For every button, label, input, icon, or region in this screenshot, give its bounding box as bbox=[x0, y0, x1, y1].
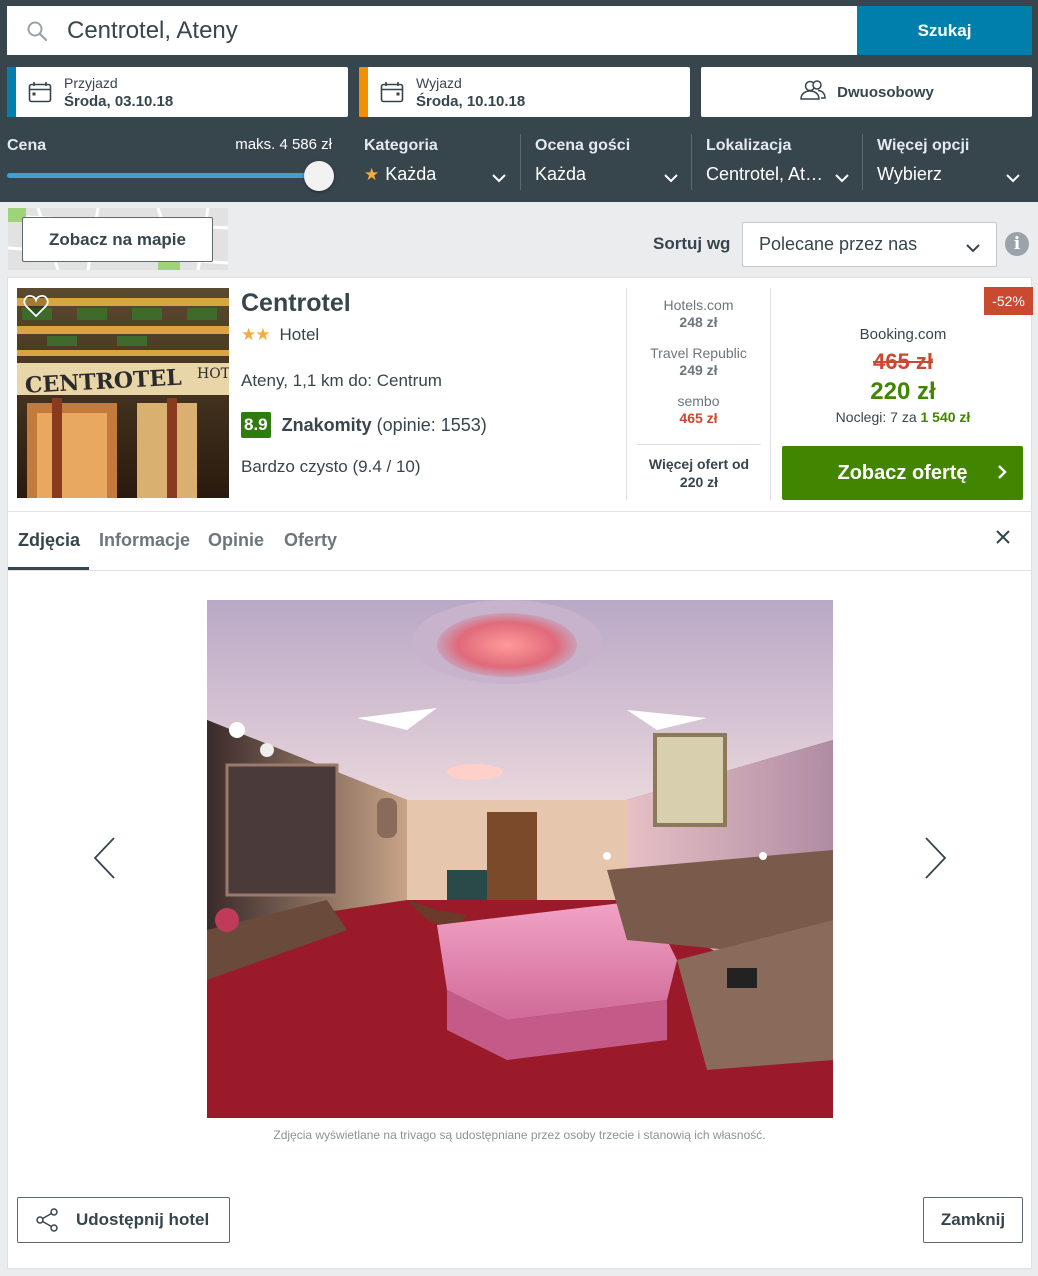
guest-rating-filter-title: Ocena gości bbox=[535, 137, 631, 154]
offer-price: 249 zł bbox=[679, 362, 718, 378]
star-rating-icon: ★★ bbox=[241, 325, 271, 344]
search-query: Centrotel, Ateny bbox=[67, 16, 238, 44]
price-filter[interactable]: Cena maks. 4 586 zł bbox=[7, 130, 335, 191]
price-filter-max: maks. 4 586 zł bbox=[235, 136, 332, 153]
hotel-thumbnail[interactable]: CENTROTEL HOT bbox=[17, 288, 229, 498]
chevron-down-icon bbox=[1006, 170, 1020, 188]
tab-info[interactable]: Informacje bbox=[99, 530, 190, 551]
checkin-accent bbox=[7, 67, 16, 117]
offer-item[interactable]: sembo 465 zł bbox=[627, 393, 770, 427]
hotel-card: CENTROTEL HOT Centrotel ★★ Hotel Ateny, … bbox=[7, 277, 1033, 1269]
rating-word: Znakomity bbox=[281, 414, 372, 435]
nights-prefix: Noclegi: 7 za bbox=[835, 409, 917, 425]
detail-tabs: Zdjęcia Informacje Opinie Oferty bbox=[8, 512, 1031, 571]
star-icon: ★ bbox=[364, 164, 380, 184]
view-deal-label: Zobacz ofertę bbox=[837, 461, 968, 484]
guest-rating[interactable]: 8.9 Znakomity (opinie: 1553) bbox=[241, 412, 487, 438]
chevron-down-icon bbox=[492, 170, 506, 188]
best-deal-provider: Booking.com bbox=[859, 326, 947, 343]
share-hotel-button[interactable]: Udostępnij hotel bbox=[17, 1197, 230, 1243]
checkout-value: Środa, 10.10.18 bbox=[416, 92, 526, 110]
filter-bar: Cena maks. 4 586 zł Kategoria ★ Każda Oce… bbox=[0, 130, 1038, 191]
search-header: Centrotel, Ateny Szukaj Przyjazd Środa, … bbox=[0, 0, 1038, 202]
offer-provider: sembo bbox=[677, 393, 720, 409]
guest-rating-filter[interactable]: Ocena gości Każda bbox=[520, 134, 690, 190]
chevron-left-icon[interactable] bbox=[92, 836, 116, 885]
offer-price: 248 zł bbox=[679, 314, 718, 330]
room-type-label: Dwuosobowy bbox=[837, 83, 934, 101]
sort-select[interactable]: Polecane przez nas bbox=[742, 222, 997, 267]
sort-label: Sortuj wg bbox=[653, 234, 731, 253]
other-offers-column: Hotels.com 248 zł Travel Republic 249 zł… bbox=[626, 288, 771, 500]
rating-score-badge: 8.9 bbox=[241, 412, 271, 438]
location-filter-title: Lokalizacja bbox=[706, 137, 792, 154]
checkin-field[interactable]: Przyjazd Środa, 03.10.18 bbox=[7, 67, 348, 117]
chevron-down-icon bbox=[664, 170, 678, 188]
chevron-right-icon[interactable] bbox=[924, 836, 948, 885]
location-filter[interactable]: Lokalizacja Centrotel, At… bbox=[691, 134, 861, 190]
tab-reviews[interactable]: Opinie bbox=[208, 530, 264, 551]
checkin-label: Przyjazd bbox=[64, 74, 118, 91]
checkin-value: Środa, 03.10.18 bbox=[64, 92, 174, 110]
photo-credit: Zdjęcia wyświetlane na trivago są udostę… bbox=[273, 1128, 766, 1142]
room-type-selector[interactable]: Dwuosobowy bbox=[701, 67, 1032, 117]
tab-offers[interactable]: Oferty bbox=[284, 530, 337, 551]
close-button[interactable]: Zamknij bbox=[923, 1197, 1023, 1243]
category-filter[interactable]: Kategoria ★ Każda bbox=[350, 134, 518, 190]
chevron-down-icon bbox=[835, 170, 849, 188]
review-count: (opinie: 1553) bbox=[376, 414, 487, 435]
calendar-icon bbox=[368, 81, 416, 103]
hotel-sign-text-2: HOT bbox=[197, 366, 229, 382]
best-deal-new-price: 220 zł bbox=[870, 378, 936, 405]
price-filter-title: Cena bbox=[7, 137, 47, 154]
hotel-name[interactable]: Centrotel bbox=[241, 289, 351, 318]
price-slider-handle[interactable] bbox=[304, 161, 334, 191]
offer-provider: Hotels.com bbox=[663, 297, 734, 313]
offer-price: 465 zł bbox=[679, 410, 718, 426]
share-hotel-label: Udostępnij hotel bbox=[76, 1210, 210, 1229]
chevron-right-icon bbox=[997, 463, 1007, 486]
search-input[interactable]: Centrotel, Ateny bbox=[7, 6, 857, 55]
sort-value: Polecane przez nas bbox=[759, 234, 918, 254]
checkout-field[interactable]: Wyjazd Środa, 10.10.18 bbox=[359, 67, 690, 117]
heart-icon[interactable] bbox=[23, 294, 49, 323]
chevron-down-icon bbox=[966, 237, 980, 258]
more-offers-price: 220 zł bbox=[679, 474, 719, 490]
search-button[interactable]: Szukaj bbox=[857, 6, 1032, 55]
hotel-type: Hotel bbox=[279, 325, 320, 344]
close-icon[interactable] bbox=[995, 529, 1011, 550]
category-filter-value: Każda bbox=[385, 164, 437, 184]
info-icon[interactable]: i bbox=[1005, 232, 1029, 256]
more-offers-link[interactable]: Więcej ofert od 220 zł bbox=[637, 444, 761, 491]
hotel-location[interactable]: Ateny, 1,1 km do: Centrum bbox=[241, 371, 442, 391]
search-icon bbox=[7, 20, 67, 42]
nights-total: 1 540 zł bbox=[920, 409, 971, 425]
share-icon bbox=[18, 1208, 76, 1232]
cleanliness-rating: Bardzo czysto (9.4 / 10) bbox=[241, 457, 421, 476]
gallery-photo[interactable] bbox=[207, 600, 833, 1118]
hotel-stars: ★★ Hotel bbox=[241, 325, 319, 345]
offer-item[interactable]: Travel Republic 249 zł bbox=[627, 345, 770, 379]
users-icon bbox=[799, 79, 827, 105]
category-filter-title: Kategoria bbox=[364, 137, 438, 154]
more-options-filter[interactable]: Więcej opcji Wybierz bbox=[862, 134, 1032, 190]
active-tab-indicator bbox=[8, 567, 89, 570]
best-deal-nights: Noclegi: 7 za 1 540 zł bbox=[783, 409, 1023, 425]
show-map-button[interactable]: Zobacz na mapie bbox=[22, 217, 213, 262]
price-slider-track[interactable] bbox=[7, 173, 319, 178]
more-options-filter-title: Więcej opcji bbox=[877, 137, 970, 154]
tab-photos[interactable]: Zdjęcia bbox=[18, 530, 80, 551]
best-deal-old-price: 465 zł bbox=[873, 349, 933, 374]
offer-provider: Travel Republic bbox=[650, 345, 747, 361]
offer-item[interactable]: Hotels.com 248 zł bbox=[627, 297, 770, 331]
more-offers-label: Więcej ofert od bbox=[648, 456, 750, 472]
view-deal-button[interactable]: Zobacz ofertę bbox=[782, 446, 1023, 500]
checkout-accent bbox=[359, 67, 368, 117]
checkout-label: Wyjazd bbox=[416, 74, 462, 91]
calendar-icon bbox=[16, 81, 64, 103]
